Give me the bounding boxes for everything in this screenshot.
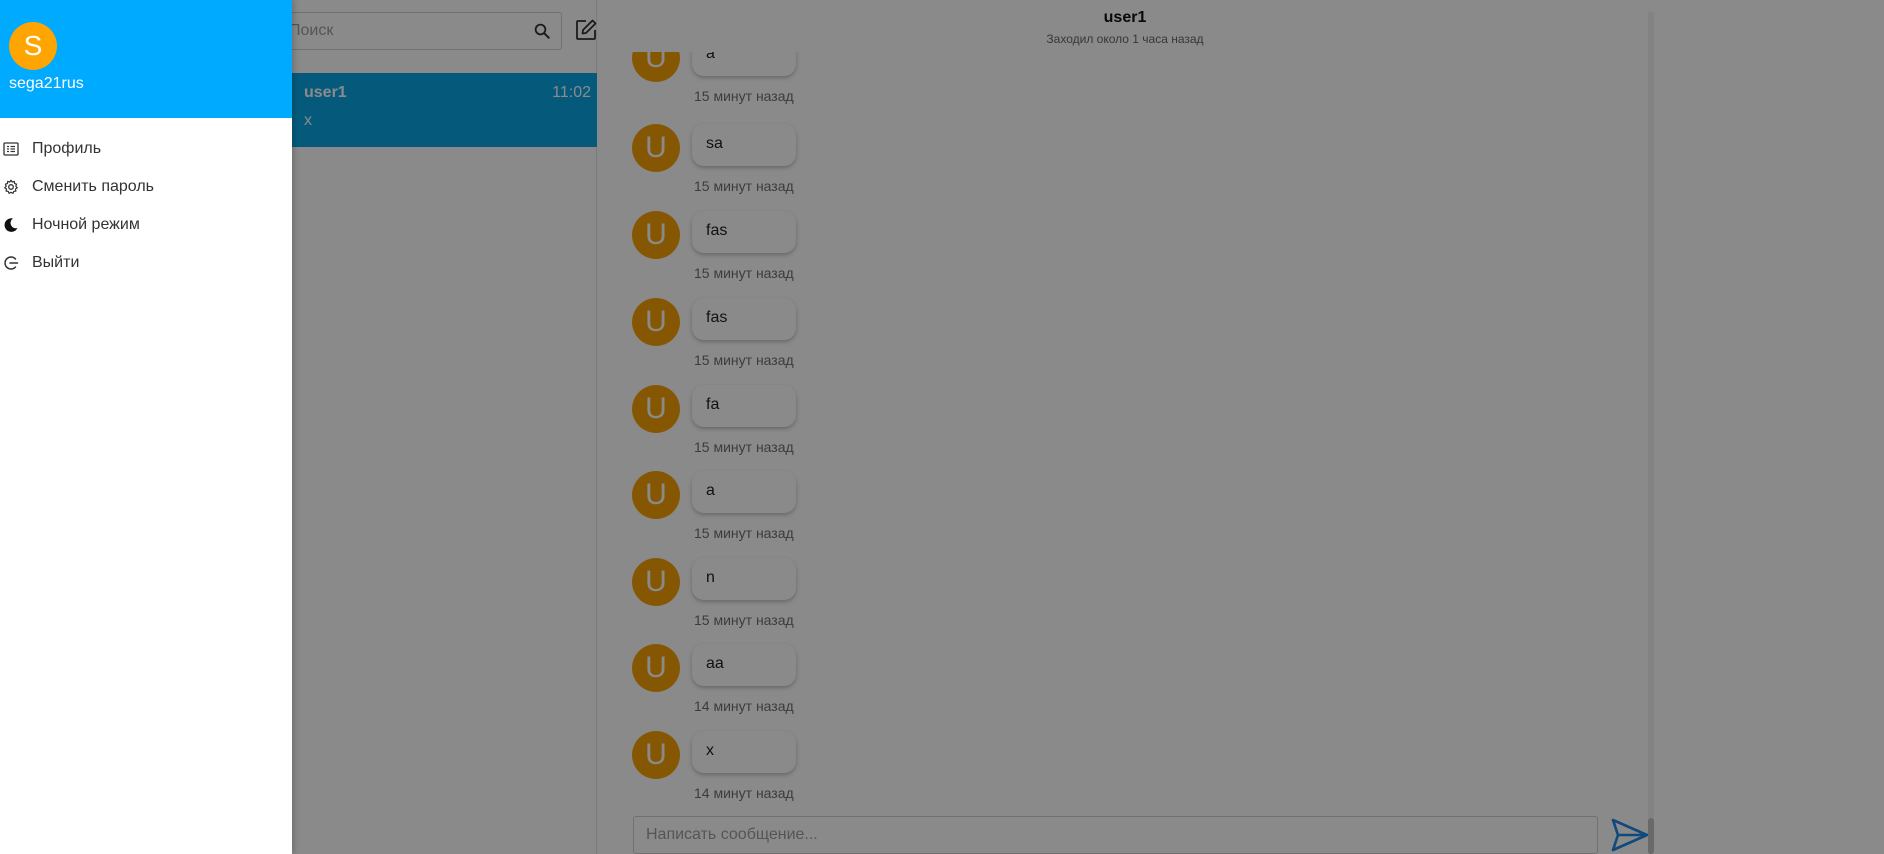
menu-item-change-password[interactable]: Сменить пароль: [0, 168, 292, 206]
moon-icon: [4, 218, 18, 232]
drawer-username: sega21rus: [9, 75, 84, 92]
menu-item-profile[interactable]: Профиль: [0, 130, 292, 168]
avatar[interactable]: S: [9, 22, 57, 70]
side-drawer: S sega21rus Профиль Сменить пароль Ночно…: [0, 0, 292, 854]
drawer-header: S sega21rus: [0, 0, 292, 118]
menu-item-label: Ночной режим: [32, 216, 140, 233]
gear-icon: [4, 179, 18, 194]
menu-item-label: Профиль: [32, 140, 102, 157]
menu-item-night-mode[interactable]: Ночной режим: [0, 206, 292, 244]
menu-item-label: Сменить пароль: [32, 178, 155, 195]
menu-item-logout[interactable]: Выйти: [0, 244, 292, 282]
profile-icon: [3, 142, 19, 156]
logout-icon: [4, 256, 19, 270]
menu-item-label: Выйти: [32, 254, 80, 271]
